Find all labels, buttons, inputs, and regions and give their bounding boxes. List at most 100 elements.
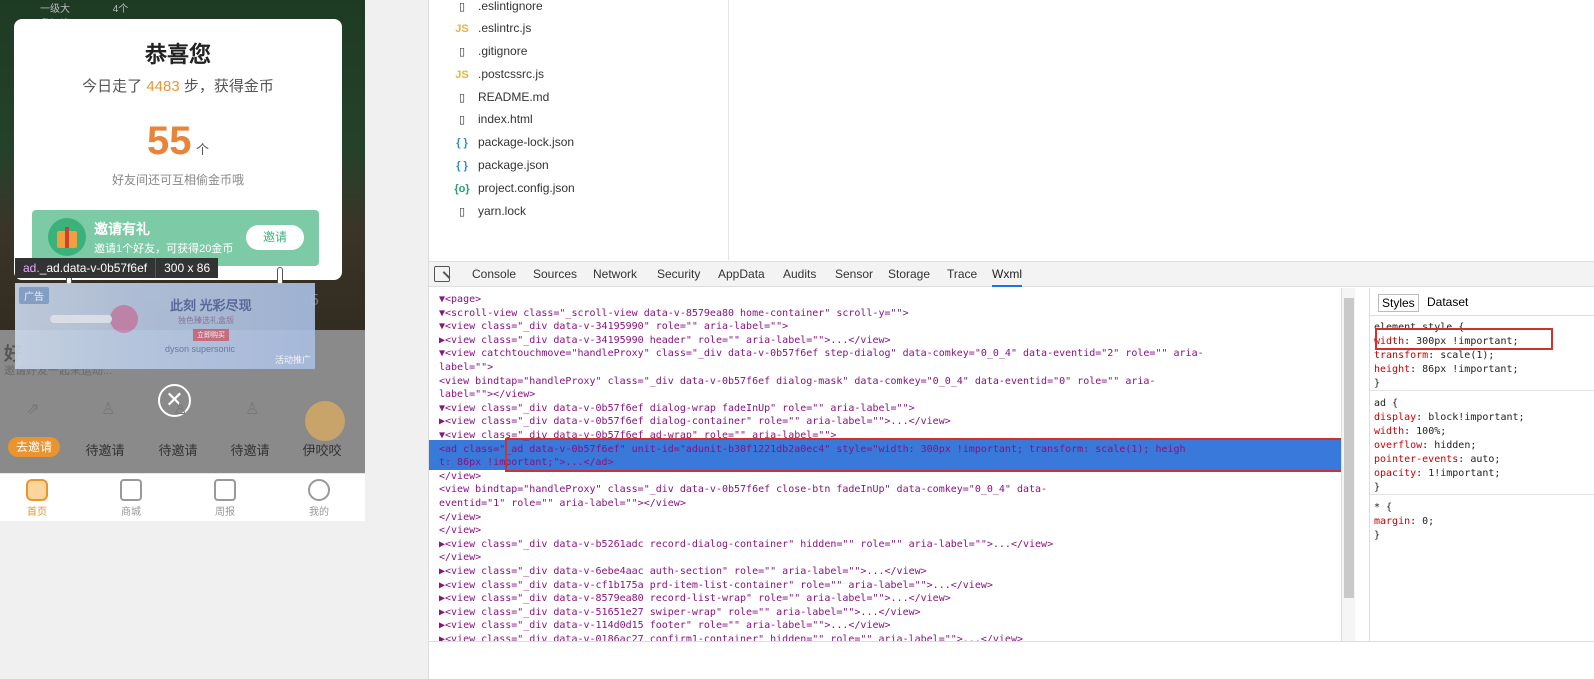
wxml-line[interactable]: ▼<view class="_div data-v-0b57f6ef dialo… [439,402,915,416]
wxml-line[interactable]: ▶<view class="_div data-v-cf1b175a prd-i… [439,579,993,593]
file-item[interactable]: {o} project.config.json [454,177,575,199]
bag-icon [120,479,142,501]
css-property: transform [1374,350,1429,361]
wxml-line[interactable]: </view> [439,524,481,538]
invite-friend-button[interactable]: 去邀请 [8,437,60,457]
tab-dataset[interactable]: Dataset [1424,294,1471,310]
scrollbar-thumb[interactable] [1344,298,1354,598]
file-name: index.html [478,112,533,126]
tooltip-element-name: ad._ad.data-v-0b57f6ef [15,258,157,278]
style-rule-line[interactable]: margin: 0; [1374,514,1434,530]
wxml-line[interactable]: ▶<view class="_div data-v-34195990 heade… [439,334,891,348]
file-item[interactable]: JS .postcssrc.js [454,63,544,85]
friend-list: ⇗ ♙ ♙ ♙ 去邀请 待邀请 待邀请 待邀请 伊咬咬 [0,395,365,465]
file-name: .postcssrc.js [478,67,545,81]
tab-shop[interactable]: 商城 [96,474,166,521]
tab-sources[interactable]: Sources [533,262,577,287]
js-file-icon: JS [455,23,469,35]
step-count: 4483 [146,78,180,95]
wxml-line[interactable]: </view> [439,551,481,565]
wxml-line[interactable]: ▼<view class="_div data-v-34195990" role… [439,320,788,334]
css-value: : hidden; [1422,440,1477,451]
tab-appdata[interactable]: AppData [718,262,765,287]
wxml-line[interactable]: </view> [439,511,481,525]
ad-subline: 独色臻选礼盒版 [178,316,234,325]
modal-title: 恭喜您 [144,42,211,67]
wxml-line[interactable]: label=""> [439,361,493,375]
wxml-line[interactable]: ▼<view catchtouchmove="handleProxy" clas… [439,347,1204,361]
invite-button[interactable]: 邀请 [246,225,304,250]
ad-cta[interactable]: 立即购买 [193,329,229,341]
wxml-line[interactable]: </view> [439,470,481,484]
bottom-tabbar: 首页 商城 周报 我的 [0,473,365,521]
rule-divider [1370,494,1594,495]
tab-report[interactable]: 周报 [190,474,260,521]
file-item[interactable]: ▯ yarn.lock [454,200,526,222]
tab-home[interactable]: 首页 [2,474,72,521]
share-icon: ⇗ [26,401,40,418]
file-item[interactable]: JS .eslintrc.js [454,17,531,39]
file-name: package.json [478,158,549,172]
wxml-line[interactable]: ▼<scroll-view class="_scroll-view data-v… [439,307,909,321]
wxml-line[interactable]: <view bindtap="handleProxy" class="_div … [439,375,1155,389]
ad-image [15,283,315,369]
tab-storage[interactable]: Storage [888,262,930,287]
css-value: : 1!important; [1416,468,1501,479]
js-file-icon: JS [455,69,469,81]
wxml-line[interactable]: ▶<view class="_div data-v-6ebe4aac auth-… [439,565,927,579]
top-badge: 一级大 [40,4,70,15]
tab-wxml[interactable]: Wxml [992,262,1022,287]
user-icon: ♙ [173,401,188,418]
wxml-line[interactable]: <view bindtap="handleProxy" class="_div … [439,483,1047,497]
wxml-line[interactable]: ▶<view class="_div data-v-b5261adc recor… [439,538,1053,552]
devtools-tabbar: Console Sources Network Security AppData… [429,261,1594,287]
tab-label: 周报 [215,507,235,518]
tab-label: 我的 [309,507,329,518]
file-item[interactable]: ▯ README.md [454,86,549,108]
file-icon: ▯ [458,92,466,104]
wxml-line[interactable]: eventid="1" role="" aria-label=""></view… [439,497,686,511]
friend-avatar[interactable] [305,401,345,441]
wxml-line[interactable]: ▶<view class="_div data-v-0186ac27 confi… [439,633,1023,641]
file-item[interactable]: ▯ .gitignore [454,40,527,62]
file-item[interactable]: { } package-lock.json [454,131,574,153]
style-rule-line[interactable]: height: 86px !important; [1374,362,1519,378]
file-name: yarn.lock [478,204,527,218]
editor-area [729,0,1594,260]
tab-sensor[interactable]: Sensor [835,262,873,287]
file-item[interactable]: { } package.json [454,154,549,176]
tab-security[interactable]: Security [657,262,700,287]
coin-unit: 个 [195,142,209,157]
congrats-modal: 恭喜您 今日走了 4483 步，获得金币 55 个 好友间还可互相偷金币哦 邀请… [14,19,342,280]
tab-trace[interactable]: Trace [947,262,977,287]
invite-desc: 邀请1个好友，可获得20金币 [94,243,234,255]
style-rule-line[interactable]: } [1374,528,1380,544]
file-item[interactable]: ▯ index.html [454,108,533,130]
ad-banner[interactable]: 广告 此刻 光彩尽现 独色臻选礼盒版 立即购买 dyson supersonic… [15,283,315,369]
wxml-line[interactable]: label=""></view> [439,388,535,402]
wxml-scrollbar[interactable] [1341,288,1355,641]
tab-console[interactable]: Console [472,262,516,287]
wxml-line[interactable]: ▶<view class="_div data-v-0b57f6ef dialo… [439,415,951,429]
tab-audits[interactable]: Audits [783,262,816,287]
file-item[interactable]: ▯ .eslintignore [454,0,543,17]
css-value: : block!important; [1416,412,1525,423]
file-tree: ▯ .eslintignore JS .eslintrc.js ▯ .gitignor… [429,0,729,260]
gift-icon [48,218,86,256]
file-name: .eslintrc.js [478,21,532,35]
hairdryer-image [50,305,138,333]
ad-headline: 此刻 光彩尽现 [170,298,252,313]
tab-styles[interactable]: Styles [1378,294,1419,312]
file-icon: ▯ [458,1,466,13]
tab-mine[interactable]: 我的 [284,474,354,521]
inspect-icon[interactable] [434,266,450,282]
wxml-line[interactable]: ▶<view class="_div data-v-114d0d15 foote… [439,619,891,633]
style-highlight-box [1375,328,1553,350]
tab-network[interactable]: Network [593,262,637,287]
css-property: height [1374,364,1411,375]
wxml-line[interactable]: ▶<view class="_div data-v-8579ea80 recor… [439,592,951,606]
wxml-line[interactable]: ▶<view class="_div data-v-51651e27 swipe… [439,606,921,620]
wxml-line[interactable]: ▼<page> [439,293,481,307]
file-name: project.config.json [478,181,575,195]
style-rule-line[interactable]: opacity: 1!important; [1374,466,1500,482]
